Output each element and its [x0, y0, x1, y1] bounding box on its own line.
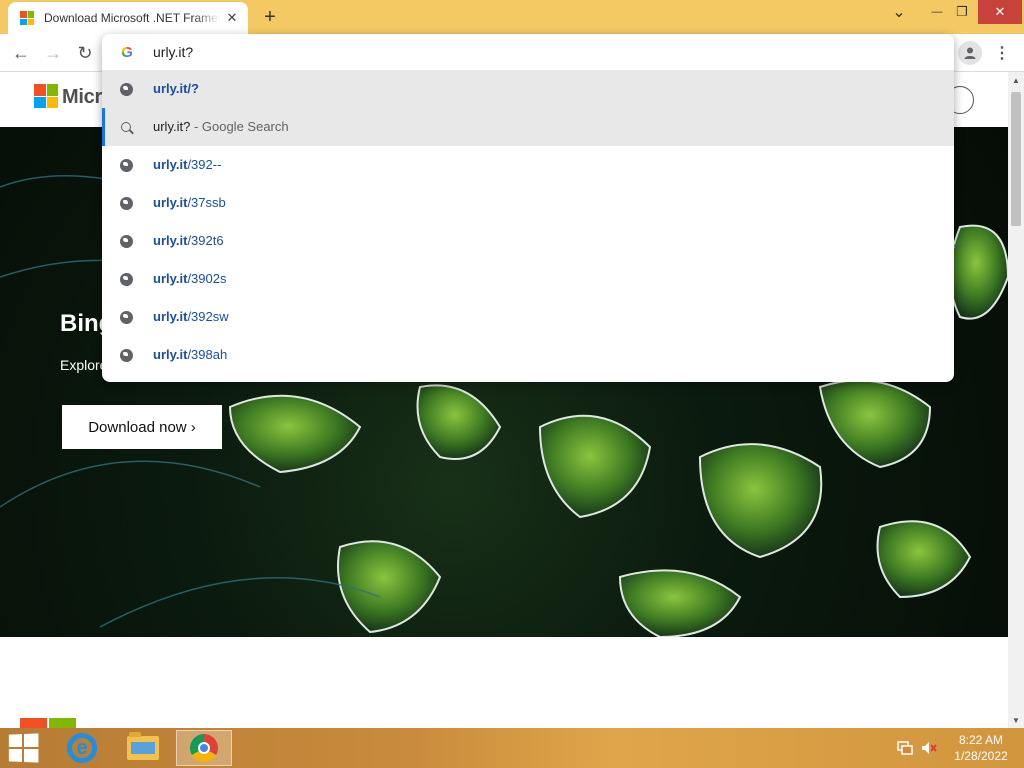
chrome-icon [190, 734, 218, 762]
suggestion-list: urly.it/? urly.it? - Google Search urly.it… [102, 70, 954, 374]
globe-icon [118, 233, 134, 249]
tab-search-icon[interactable]: ⌄ [884, 0, 914, 24]
suggestion-item[interactable]: urly.it/? [102, 70, 954, 108]
url-suggestion-text: urly.it/398ah [153, 347, 227, 362]
suggestion-url-path: /392sw [187, 309, 229, 324]
back-button[interactable]: ← [8, 40, 34, 66]
tab-close-icon[interactable]: ✕ [224, 10, 240, 26]
taskbar-internet-explorer[interactable]: e [54, 730, 110, 766]
suggestion-url-match: urly.it [153, 347, 188, 362]
forward-button[interactable]: → [40, 40, 66, 66]
url-suggestion-text: urly.it/392-- [153, 157, 221, 172]
globe-icon [118, 195, 134, 211]
clock-date: 1/28/2022 [954, 749, 1008, 763]
volume-muted-icon[interactable] [921, 741, 937, 755]
download-now-button[interactable]: Download now › [62, 405, 222, 449]
suggestion-url-path: /392t6 [187, 233, 224, 248]
globe-icon [118, 347, 134, 363]
microsoft-logo-icon[interactable] [34, 84, 58, 108]
browser-menu-button[interactable]: ⋮ [992, 41, 1012, 65]
system-clock[interactable]: 8:22 AM 1/28/2022 [946, 732, 1016, 764]
url-suggestion-text: urly.it/3902s [153, 271, 226, 286]
url-suggestion-text: urly.it/37ssb [153, 195, 226, 210]
omnibox-dropdown: G urly.it/?urly.it? - Google Searchurly.… [102, 34, 954, 382]
suggestion-item[interactable]: urly.it? - Google Search [102, 108, 954, 146]
globe-icon [118, 271, 134, 287]
page-scrollbar[interactable]: ▲ ▼ [1008, 72, 1024, 728]
clock-time: 8:22 AM [958, 733, 1004, 747]
reload-button[interactable]: ↻ [72, 40, 98, 66]
address-bar[interactable]: G [102, 34, 954, 70]
taskbar-file-explorer[interactable] [115, 730, 171, 766]
scroll-down-arrow-icon[interactable]: ▼ [1008, 712, 1024, 728]
suggestion-item[interactable]: urly.it/3902s [102, 260, 954, 298]
suggestion-url-match: urly.it [153, 195, 188, 210]
suggestion-url-match: urly.it [153, 271, 188, 286]
taskbar-chrome[interactable] [176, 730, 232, 766]
suggestion-url-path: /37ssb [187, 195, 226, 210]
suggestion-url-match: urly.it [153, 233, 188, 248]
title-bar: Download Microsoft .NET Framework ✕ + ⌄ … [0, 0, 1024, 34]
suggestion-description: - Google Search [190, 119, 289, 134]
tab-title: Download Microsoft .NET Framework [44, 11, 220, 25]
suggestion-url-match: urly.it [153, 309, 188, 324]
address-input[interactable] [153, 42, 913, 62]
restore-button[interactable]: ❐ [948, 0, 976, 24]
profile-button[interactable] [958, 41, 982, 65]
network-icon[interactable] [897, 741, 913, 755]
person-icon [964, 47, 976, 59]
file-explorer-icon [127, 732, 159, 760]
suggestion-item[interactable]: urly.it/398ah [102, 336, 954, 374]
url-suggestion-text: urly.it/? [153, 81, 199, 96]
suggestion-url-path: /398ah [187, 347, 228, 362]
suggestion-item[interactable]: urly.it/392-- [102, 146, 954, 184]
close-window-button[interactable]: ✕ [978, 0, 1022, 24]
google-icon: G [121, 43, 133, 61]
suggestion-item[interactable]: urly.it/392t6 [102, 222, 954, 260]
new-tab-button[interactable]: + [258, 5, 282, 29]
suggestion-url-path: /392-- [187, 157, 222, 172]
globe-icon [118, 309, 134, 325]
internet-explorer-icon: e [67, 733, 97, 763]
url-suggestion-text: urly.it/392sw [153, 309, 229, 324]
windows-start-icon[interactable] [8, 733, 39, 763]
suggestion-url-match: urly.it [153, 157, 188, 172]
suggestion-url-path: /3902s [187, 271, 227, 286]
suggestion-url-match: urly.it/? [153, 81, 199, 96]
search-suggestion-text: urly.it? - Google Search [153, 119, 289, 134]
browser-tab[interactable]: Download Microsoft .NET Framework ✕ [8, 2, 248, 34]
url-suggestion-text: urly.it/392t6 [153, 233, 224, 248]
scroll-up-arrow-icon[interactable]: ▲ [1008, 72, 1024, 88]
microsoft-favicon-icon [20, 11, 34, 25]
suggestion-query: urly.it? [153, 119, 191, 134]
scrollbar-thumb[interactable] [1011, 92, 1021, 226]
footer-logo-icon [20, 718, 76, 728]
search-icon [118, 119, 134, 135]
windows-taskbar: e 8:22 AM 1/28/2022 [0, 728, 1024, 768]
globe-icon [118, 157, 134, 173]
globe-icon [118, 81, 134, 97]
suggestion-item[interactable]: urly.it/392sw [102, 298, 954, 336]
suggestion-item[interactable]: urly.it/37ssb [102, 184, 954, 222]
